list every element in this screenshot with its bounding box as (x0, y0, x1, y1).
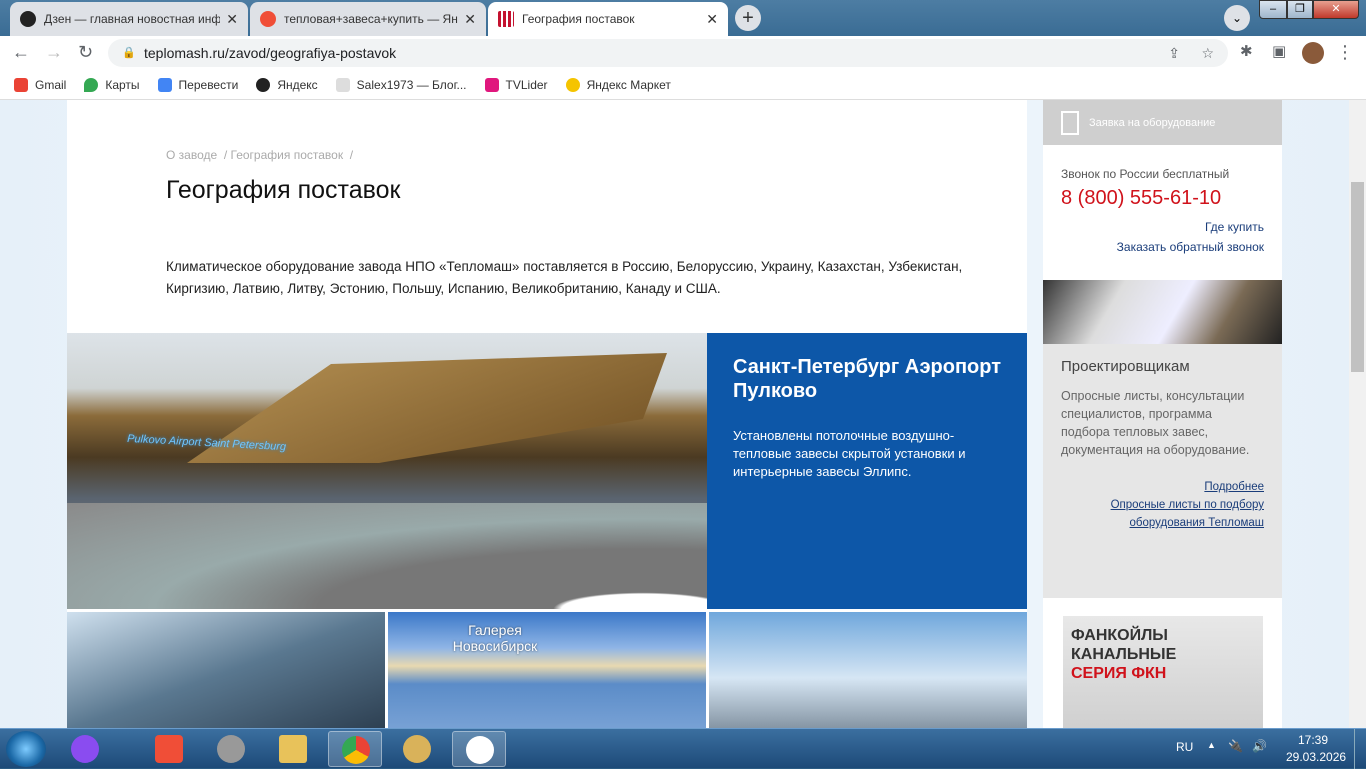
galereya-novosibirsk-thumbnail[interactable]: Галерея Новосибирск (388, 612, 706, 728)
designers-photo (1043, 280, 1282, 344)
gmail-icon (14, 77, 28, 92)
designers-block: Проектировщикам Опросные листы, консульт… (1043, 344, 1282, 598)
document-icon (1061, 110, 1079, 135)
bookmark-gmail[interactable]: Gmail (14, 77, 66, 92)
taskbar-paint[interactable] (390, 731, 444, 767)
breadcrumb-link[interactable]: География поставок (231, 148, 344, 162)
scrollbar-thumb[interactable] (1351, 182, 1364, 372)
sidebar: Заявка на оборудование Звонок по России … (1043, 100, 1282, 728)
taskbar-yandex[interactable] (142, 731, 196, 767)
featured-title: Санкт-Петербург Аэропорт Пулково (733, 356, 1001, 402)
clock-date[interactable]: 29.03.2026 (1286, 750, 1346, 764)
language-indicator[interactable]: RU (1176, 740, 1193, 754)
maps-icon (84, 77, 99, 92)
where-to-buy-link[interactable]: Где купить (1061, 220, 1264, 234)
yandex-icon (260, 11, 276, 27)
bookmark-yandex-market[interactable]: Яндекс Маркет (565, 77, 671, 92)
ad-line: ФАНКОЙЛЫ КАНАЛЬНЫЕ (1071, 627, 1177, 663)
breadcrumb: О заводе / География поставок / (166, 148, 354, 162)
main-content: О заводе / География поставок / Географи… (67, 100, 1027, 728)
taskbar: RU ▲ 🔌 🔊 17:39 29.03.2026 (0, 728, 1366, 769)
power-icon[interactable]: 🔌 (1228, 739, 1243, 753)
forms-link[interactable]: Опросные листы по подбору (1061, 499, 1264, 511)
phone-number[interactable]: 8 (800) 555-61-10 (1061, 187, 1264, 210)
minimize-button[interactable]: – (1259, 0, 1287, 19)
maximize-button[interactable]: ❐ (1287, 0, 1313, 19)
tab-geografiya[interactable]: География поставок ✕ (488, 2, 728, 36)
ad-line: СЕРИЯ ФКН (1071, 665, 1167, 682)
more-link[interactable]: Подробнее (1061, 481, 1264, 493)
taskbar-alice[interactable] (58, 731, 112, 767)
translate-icon (157, 77, 172, 92)
bookmark-yandex[interactable]: Яндекс (256, 77, 318, 92)
address-bar: ← → ↻ 🔒 teplomash.ru/zavod/geografiya-pos… (0, 36, 1366, 70)
close-window-button[interactable]: ✕ (1313, 0, 1359, 19)
tab-dzen[interactable]: Дзен — главная новостная инф ✕ (10, 2, 248, 36)
volume-icon[interactable]: 🔊 (1252, 739, 1267, 753)
mall-sign: Галерея Новосибирск (452, 622, 538, 654)
bookmark-tvlider[interactable]: TVLider (484, 77, 548, 92)
lock-icon: 🔒 (122, 47, 136, 59)
clock-time[interactable]: 17:39 (1298, 733, 1328, 747)
web-page: О заводе / География поставок / Географи… (0, 100, 1349, 728)
equipment-request-button[interactable]: Заявка на оборудование (1043, 100, 1282, 145)
designers-text: Опросные листы, консультации специалисто… (1061, 389, 1250, 457)
bookmarks-bar: Gmail Карты Перевести Яндекс Salex1973 —… (0, 70, 1366, 100)
intro-text: Климатическое оборудование завода НПО «Т… (166, 259, 963, 296)
extensions-icon[interactable]: ✱ (1240, 42, 1253, 60)
designers-title: Проектировщикам (1061, 358, 1190, 375)
forward-icon[interactable]: → (45, 42, 63, 63)
tab-search-button[interactable]: ⌄ (1224, 5, 1250, 31)
menu-icon[interactable]: ⋮ (1336, 42, 1354, 63)
bookmark-star-icon[interactable]: ☆ (1201, 39, 1214, 67)
market-icon (565, 77, 580, 92)
back-icon[interactable]: ← (12, 42, 30, 63)
taskbar-explorer[interactable] (266, 731, 320, 767)
callback-link[interactable]: Заказать обратный звонок (1061, 240, 1264, 254)
taskbar-yandex-browser[interactable] (452, 731, 506, 767)
reload-icon[interactable]: ↻ (78, 42, 93, 63)
featured-project-card[interactable]: Санкт-Петербург Аэропорт Пулково Установ… (707, 333, 1027, 609)
avatar[interactable] (1302, 42, 1324, 64)
yandex-icon (256, 77, 271, 92)
new-tab-button[interactable]: + (735, 5, 761, 31)
taskbar-settings[interactable] (204, 731, 258, 767)
show-desktop-button[interactable] (1354, 729, 1366, 769)
call-label: Звонок по России бесплатный (1061, 167, 1230, 181)
blog-icon (335, 77, 350, 92)
featured-text: Установлены потолочные воздушно-тепловые… (733, 428, 966, 479)
close-tab-icon[interactable]: ✕ (464, 11, 476, 28)
fancoil-banner[interactable]: ФАНКОЙЛЫ КАНАЛЬНЫЕ СЕРИЯ ФКН (1043, 598, 1282, 728)
tab-strip: Дзен — главная новостная инф ✕ тепловая+з… (0, 0, 1366, 36)
taskbar-chrome[interactable] (328, 731, 382, 767)
bookmark-translate[interactable]: Перевести (157, 77, 238, 92)
side-panel-icon[interactable]: ▣ (1272, 42, 1286, 60)
scrollbar[interactable] (1349, 100, 1366, 728)
page-title: География поставок (166, 176, 401, 204)
tab-yandex-search[interactable]: тепловая+завеса+купить — Ян ✕ (250, 2, 486, 36)
breadcrumb-link[interactable]: О заводе (166, 148, 217, 162)
url-input[interactable]: 🔒 teplomash.ru/zavod/geografiya-postavok ⇪… (108, 39, 1228, 67)
bookmark-salex[interactable]: Salex1973 — Блог... (335, 77, 467, 92)
close-tab-icon[interactable]: ✕ (226, 11, 238, 28)
share-icon[interactable]: ⇪ (1168, 39, 1180, 67)
project-thumbnail[interactable] (67, 612, 385, 728)
forms-link[interactable]: оборудования Тепломаш (1061, 517, 1264, 529)
pulkovo-airport-photo[interactable]: Pulkovo Airport Saint Petersburg (67, 333, 707, 609)
tvlider-icon (484, 77, 499, 92)
close-tab-icon[interactable]: ✕ (706, 11, 718, 28)
start-button[interactable] (6, 731, 46, 767)
show-hidden-icons[interactable]: ▲ (1207, 740, 1216, 750)
bookmark-maps[interactable]: Карты (84, 77, 140, 92)
dzen-icon (20, 11, 36, 27)
city-skyline-thumbnail[interactable] (709, 612, 1027, 728)
phone-block: Звонок по России бесплатный 8 (800) 555-… (1043, 145, 1282, 280)
teplomash-icon (498, 11, 514, 27)
